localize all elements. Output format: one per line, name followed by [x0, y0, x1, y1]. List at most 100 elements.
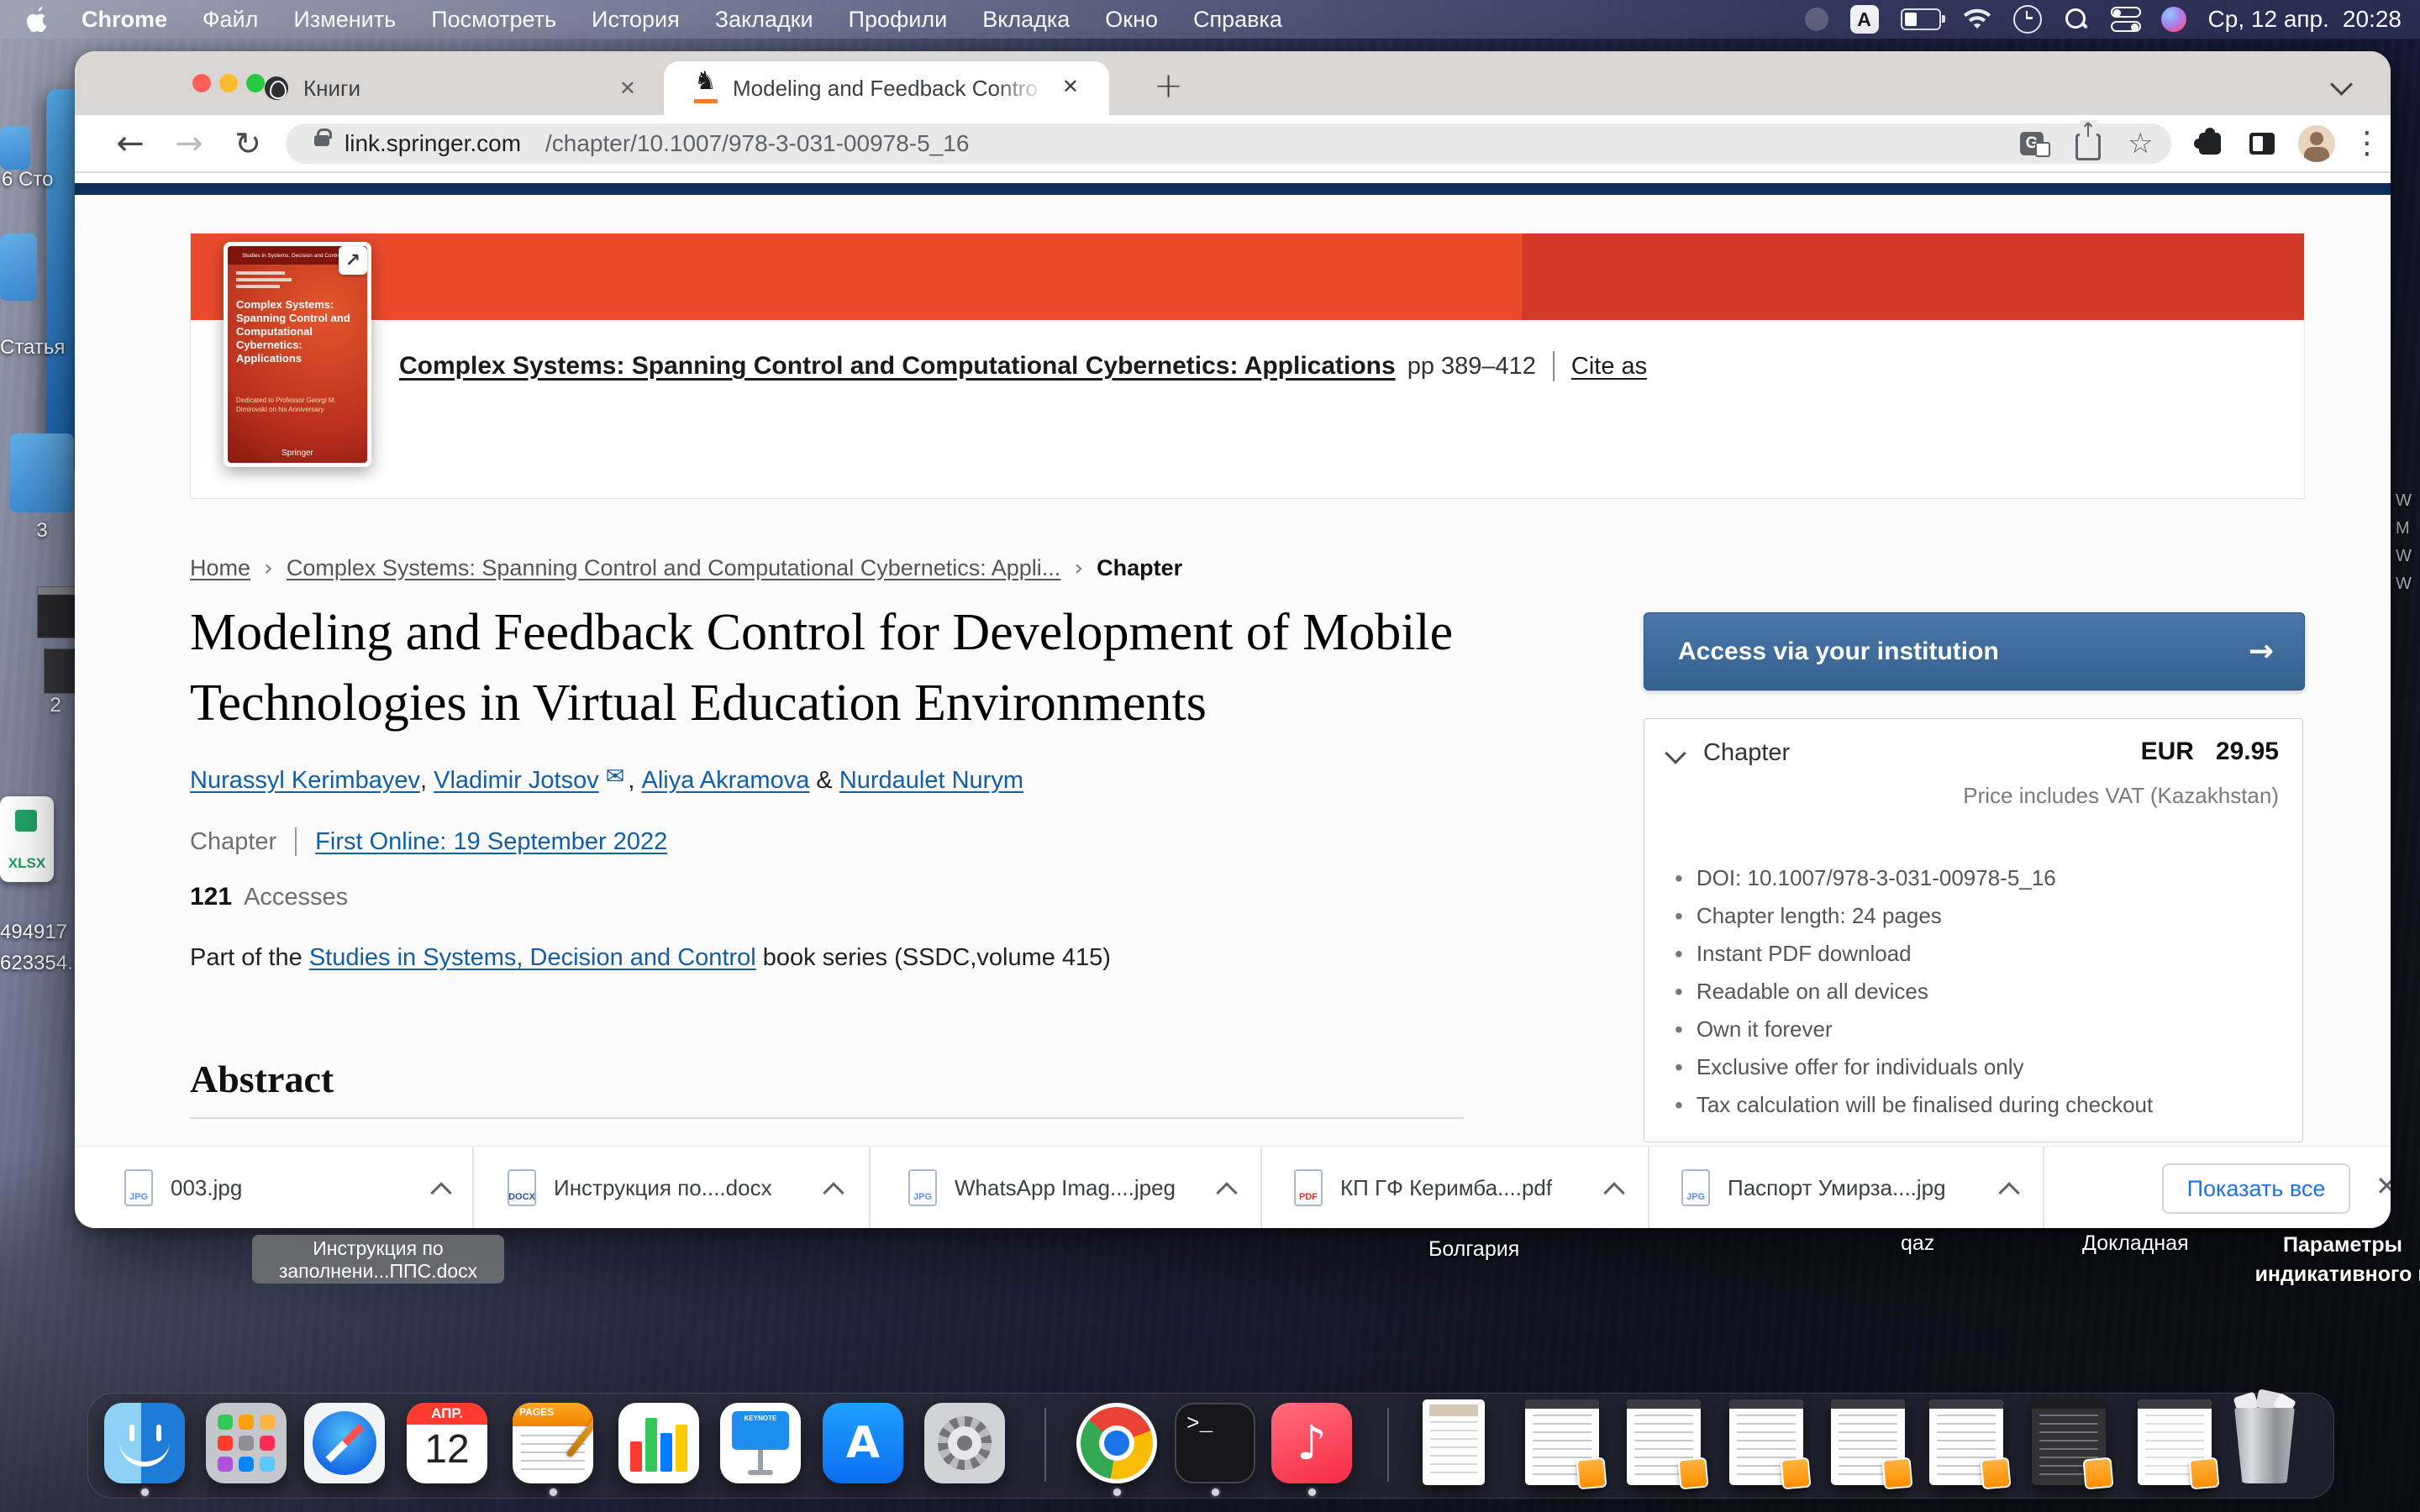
dock-trash-icon[interactable] [2228, 1401, 2301, 1483]
series-link[interactable]: Studies in Systems, Decision and Control [309, 944, 756, 972]
download-item[interactable]: WhatsApp Imag....jpeg [955, 1147, 1176, 1228]
desktop-file-label[interactable]: 2 [37, 694, 74, 717]
close-window-button[interactable] [192, 74, 211, 92]
breadcrumb-book-link[interactable]: Complex Systems: Spanning Control and Co… [287, 555, 1060, 581]
show-all-downloads-button[interactable]: Показать все [2162, 1163, 2350, 1214]
time-machine-icon[interactable] [2013, 5, 2042, 34]
dock-chrome-icon[interactable] [1076, 1403, 1157, 1483]
dock-minimized-window[interactable] [1729, 1399, 1803, 1485]
menu-item-window[interactable]: Окно [1087, 0, 1176, 39]
side-panel-icon[interactable] [2241, 115, 2283, 171]
dock-safari-icon[interactable] [304, 1403, 385, 1483]
chevron-down-icon[interactable] [1665, 743, 1686, 764]
desktop-file-label[interactable]: 6 Сто [2, 168, 53, 192]
dock-pages-icon[interactable]: PAGES [513, 1403, 593, 1483]
menu-item-edit[interactable]: Изменить [276, 0, 413, 39]
browser-menu-dots-icon[interactable]: ⋮ [2349, 115, 2386, 171]
extensions-puzzle-icon[interactable] [2189, 115, 2231, 171]
menu-item-file[interactable]: Файл [185, 0, 276, 39]
desktop-file-label[interactable]: 623354... [0, 952, 84, 975]
book-cover[interactable]: Studies in Systems, Decision and Control… [224, 242, 371, 467]
desktop-file-label[interactable]: Докладная [2082, 1231, 2189, 1256]
selected-file-label[interactable]: Инструкция по заполнени...ППС.docx [252, 1235, 504, 1284]
first-online-link[interactable]: First Online: 19 September 2022 [315, 828, 667, 856]
dock-music-icon[interactable]: ♪ [1271, 1403, 1352, 1483]
desktop-file-label[interactable]: 3 [10, 519, 74, 543]
email-envelope-icon[interactable]: ✉ [606, 764, 625, 790]
dock-minimized-window[interactable] [1423, 1399, 1485, 1485]
menu-item-tab[interactable]: Вкладка [965, 0, 1087, 39]
dock-launchpad-icon[interactable] [206, 1403, 287, 1483]
book-title-link[interactable]: Complex Systems: Spanning Control and Co… [399, 352, 1396, 381]
download-item[interactable]: Паспорт Умирза....jpg [1728, 1147, 1946, 1228]
dock-settings-icon[interactable] [924, 1403, 1005, 1483]
tab-search-chevron-icon[interactable] [2330, 73, 2353, 96]
forward-button[interactable]: → [164, 115, 214, 171]
new-tab-button[interactable]: + [1154, 65, 1183, 106]
download-item[interactable]: Инструкция по....docx [554, 1147, 772, 1228]
spotlight-search-icon[interactable] [2064, 7, 2089, 32]
menu-bar-date[interactable]: Ср, 12 апр. [2208, 6, 2329, 33]
menu-item-view[interactable]: Посмотреть [413, 0, 574, 39]
dock-appstore-icon[interactable]: A [823, 1403, 903, 1483]
menu-item-history[interactable]: История [574, 0, 697, 39]
download-chevron-up-icon[interactable] [1998, 1182, 2019, 1203]
desktop-file-label[interactable]: Параметры индикативного п [2233, 1233, 2420, 1287]
reload-button[interactable]: ↻ [223, 115, 273, 171]
dock-minimized-window[interactable] [1627, 1399, 1701, 1485]
author-link[interactable]: Aliya Akramova [641, 767, 809, 795]
control-center-icon[interactable] [2111, 7, 2139, 32]
dock-minimized-window[interactable] [1929, 1399, 2003, 1485]
author-link[interactable]: Vladimir Jotsov [434, 767, 599, 795]
desktop-file-label[interactable]: Статья [0, 336, 65, 360]
bookmark-star-icon[interactable]: ☆ [2128, 127, 2153, 160]
siri-icon[interactable] [2161, 7, 2186, 32]
dock-terminal-icon[interactable]: >_ [1175, 1403, 1255, 1483]
dock-minimized-window[interactable] [1831, 1399, 1905, 1485]
desktop-file-label[interactable]: qaz [1901, 1231, 1934, 1256]
author-link[interactable]: Nurassyl Kerimbayev [190, 767, 420, 795]
download-item[interactable]: КП ГФ Керимба....pdf [1340, 1147, 1552, 1228]
download-chevron-up-icon[interactable] [823, 1182, 844, 1203]
minimize-window-button[interactable] [219, 74, 238, 92]
dock-keynote-icon[interactable]: KEYNOTE [720, 1403, 801, 1483]
desktop-image-file-icon[interactable] [37, 586, 76, 638]
download-chevron-up-icon[interactable] [430, 1182, 451, 1203]
desktop-folder-icon[interactable] [10, 433, 74, 512]
wifi-icon[interactable] [1963, 8, 1991, 30]
desktop-folder-icon[interactable] [0, 126, 30, 170]
dock-minimized-window[interactable] [2032, 1399, 2106, 1485]
address-bar[interactable]: link.springer.com /chapter/10.1007/978-3… [286, 123, 2171, 164]
menu-app-name[interactable]: Chrome [64, 0, 185, 39]
menu-item-profiles[interactable]: Профили [831, 0, 965, 39]
tab-books[interactable]: Книги ✕ [256, 61, 655, 115]
download-item[interactable]: 003.jpg [171, 1147, 242, 1228]
input-source-icon[interactable]: А [1850, 5, 1879, 34]
access-institution-button[interactable]: Access via your institution → [1644, 612, 2305, 690]
desktop-folder-icon[interactable] [0, 234, 37, 301]
cover-expand-button[interactable]: ↗ [339, 246, 367, 275]
desktop-image-file-icon[interactable] [44, 648, 76, 694]
tab-close-icon[interactable]: ✕ [1062, 75, 1079, 98]
apple-menu-icon[interactable] [0, 0, 64, 39]
desktop-xlsx-file-icon[interactable]: XLSX [0, 796, 54, 882]
menu-bar-time[interactable]: 20:28 [2343, 6, 2402, 33]
desktop-file-label[interactable]: Болгария [1428, 1237, 1519, 1262]
menu-item-bookmarks[interactable]: Закладки [697, 0, 831, 39]
author-link[interactable]: Nurdaulet Nurym [839, 767, 1023, 795]
back-button[interactable]: ← [105, 115, 155, 171]
profile-avatar[interactable] [2293, 115, 2340, 171]
dock-minimized-window[interactable] [1525, 1399, 1599, 1485]
dock-calendar-icon[interactable]: АПР. 12 [407, 1403, 487, 1483]
dock-finder-icon[interactable] [104, 1403, 185, 1483]
download-chevron-up-icon[interactable] [1216, 1182, 1237, 1203]
tab-active-article[interactable]: ♞ Modeling and Feedback Contro ✕ [664, 61, 1109, 115]
tab-close-icon[interactable]: ✕ [619, 76, 636, 100]
battery-icon[interactable] [1901, 8, 1941, 30]
dock-minimized-window[interactable] [2138, 1399, 2212, 1485]
close-downloads-bar-icon[interactable]: ✕ [2375, 1170, 2391, 1202]
download-chevron-up-icon[interactable] [1603, 1182, 1624, 1203]
breadcrumb-home-link[interactable]: Home [190, 555, 250, 581]
dock-numbers-icon[interactable] [618, 1403, 699, 1483]
desktop-file-label[interactable]: 494917 [0, 921, 67, 944]
